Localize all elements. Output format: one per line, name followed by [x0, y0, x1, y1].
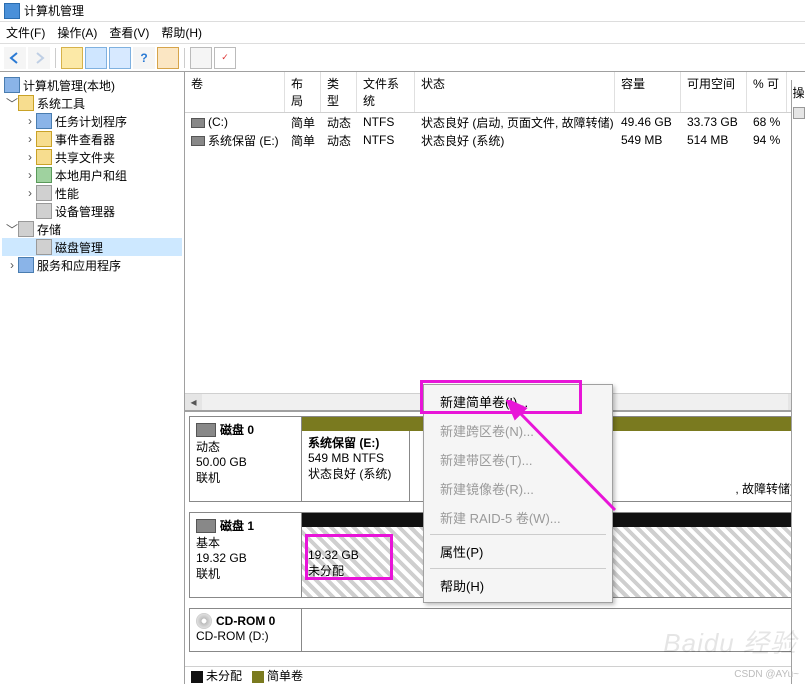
main-area: 计算机管理(本地) ﹀系统工具 ›任务计划程序 ›事件查看器 ›共享文件夹 ›本… [0, 72, 805, 684]
tree-storage[interactable]: ﹀存储 [2, 220, 182, 238]
cdrom-info: CD-ROM 0 CD-ROM (D:) [190, 609, 302, 651]
tree-system-tools[interactable]: ﹀系统工具 [2, 94, 182, 112]
events-icon [36, 131, 52, 147]
cdrom-icon [196, 613, 212, 629]
swatch-unallocated [191, 671, 203, 683]
tree-event-viewer[interactable]: ›事件查看器 [2, 130, 182, 148]
tools-icon [18, 95, 34, 111]
perf-icon [36, 185, 52, 201]
menu-new-spanned-volume: 新建跨区卷(N)... [426, 416, 610, 445]
tree-local-users[interactable]: ›本地用户和组 [2, 166, 182, 184]
forward-button[interactable] [28, 47, 50, 69]
col-free[interactable]: 可用空间 [681, 72, 747, 112]
expand-icon[interactable]: ﹀ [6, 95, 18, 112]
help-button[interactable]: ? [133, 47, 155, 69]
volume-table-header: 卷 布局 类型 文件系统 状态 容量 可用空间 % 可 [185, 72, 805, 113]
actions-pane: 操 [791, 80, 805, 684]
shared-icon [36, 149, 52, 165]
nav-tree: 计算机管理(本地) ﹀系统工具 ›任务计划程序 ›事件查看器 ›共享文件夹 ›本… [0, 72, 185, 684]
menu-properties[interactable]: 属性(P) [426, 537, 610, 566]
toolbar-btn-6[interactable] [190, 47, 212, 69]
expand-icon[interactable]: › [24, 114, 36, 128]
storage-icon [18, 221, 34, 237]
menu-new-raid5-volume: 新建 RAID-5 卷(W)... [426, 503, 610, 532]
partition-system-reserved[interactable]: 系统保留 (E:) 549 MB NTFS 状态良好 (系统) [302, 431, 410, 501]
col-volume[interactable]: 卷 [185, 72, 285, 112]
menu-help[interactable]: 帮助(H) [161, 24, 202, 41]
tree-root[interactable]: 计算机管理(本地) [2, 76, 182, 94]
volume-table-body: (C:) 简单 动态 NTFS 状态良好 (启动, 页面文件, 故障转储) 49… [185, 113, 805, 149]
disk-1-info: 磁盘 1 基本 19.32 GB 联机 [190, 513, 302, 597]
tree-performance[interactable]: ›性能 [2, 184, 182, 202]
toolbar-btn-2[interactable] [85, 47, 107, 69]
tree-task-scheduler[interactable]: ›任务计划程序 [2, 112, 182, 130]
users-icon [36, 167, 52, 183]
toolbar: ? ✓ [0, 44, 805, 72]
volume-icon [191, 136, 205, 146]
expand-icon[interactable]: › [24, 186, 36, 200]
expand-icon[interactable]: ﹀ [6, 221, 18, 238]
computer-icon [4, 77, 20, 93]
device-icon [36, 203, 52, 219]
tree-shared-folders[interactable]: ›共享文件夹 [2, 148, 182, 166]
volume-icon [191, 118, 205, 128]
tree-disk-management[interactable]: 磁盘管理 [2, 238, 182, 256]
expand-icon[interactable]: › [24, 150, 36, 164]
col-status[interactable]: 状态 [415, 72, 615, 112]
menubar: 文件(F) 操作(A) 查看(V) 帮助(H) [0, 22, 805, 44]
toolbar-btn-7[interactable]: ✓ [214, 47, 236, 69]
toolbar-btn-5[interactable] [157, 47, 179, 69]
scroll-left-icon[interactable]: ◂ [185, 394, 202, 411]
table-row[interactable]: (C:) 简单 动态 NTFS 状态良好 (启动, 页面文件, 故障转储) 49… [185, 113, 805, 131]
services-icon [18, 257, 34, 273]
swatch-simple [252, 671, 264, 683]
watermark: Baidu 经验 [663, 623, 797, 660]
titlebar: 计算机管理 [0, 0, 805, 22]
disk-0-info: 磁盘 0 动态 50.00 GB 联机 [190, 417, 302, 501]
col-pct[interactable]: % 可 [747, 72, 787, 112]
toolbar-btn-3[interactable] [109, 47, 131, 69]
toolbar-btn-1[interactable] [61, 47, 83, 69]
tree-device-manager[interactable]: 设备管理器 [2, 202, 182, 220]
table-row[interactable]: 系统保留 (E:) 简单 动态 NTFS 状态良好 (系统) 549 MB 51… [185, 131, 805, 149]
menu-new-mirrored-volume: 新建镜像卷(R)... [426, 474, 610, 503]
col-layout[interactable]: 布局 [285, 72, 321, 112]
col-fs[interactable]: 文件系统 [357, 72, 415, 112]
back-button[interactable] [4, 47, 26, 69]
col-capacity[interactable]: 容量 [615, 72, 681, 112]
disk-icon [196, 519, 216, 533]
legend-bar: 未分配 简单卷 [185, 666, 805, 684]
menu-new-striped-volume: 新建带区卷(T)... [426, 445, 610, 474]
expand-icon[interactable]: › [24, 168, 36, 182]
disk-icon [196, 423, 216, 437]
menu-file[interactable]: 文件(F) [6, 24, 45, 41]
context-menu: 新建简单卷(I)... 新建跨区卷(N)... 新建带区卷(T)... 新建镜像… [423, 384, 613, 603]
menu-help[interactable]: 帮助(H) [426, 571, 610, 600]
expand-icon[interactable]: › [24, 132, 36, 146]
scheduler-icon [36, 113, 52, 129]
disk-icon [36, 239, 52, 255]
actions-header: 操 [792, 84, 804, 101]
menu-view[interactable]: 查看(V) [109, 24, 149, 41]
menu-action[interactable]: 操作(A) [57, 24, 97, 41]
window-title: 计算机管理 [24, 2, 84, 19]
app-icon [4, 3, 20, 19]
tree-services-apps[interactable]: ›服务和应用程序 [2, 256, 182, 274]
credit-text: CSDN @AYu~ [734, 669, 799, 680]
menu-new-simple-volume[interactable]: 新建简单卷(I)... [426, 387, 610, 416]
expand-icon[interactable]: › [6, 258, 18, 272]
col-type[interactable]: 类型 [321, 72, 357, 112]
actions-button[interactable] [793, 107, 805, 119]
